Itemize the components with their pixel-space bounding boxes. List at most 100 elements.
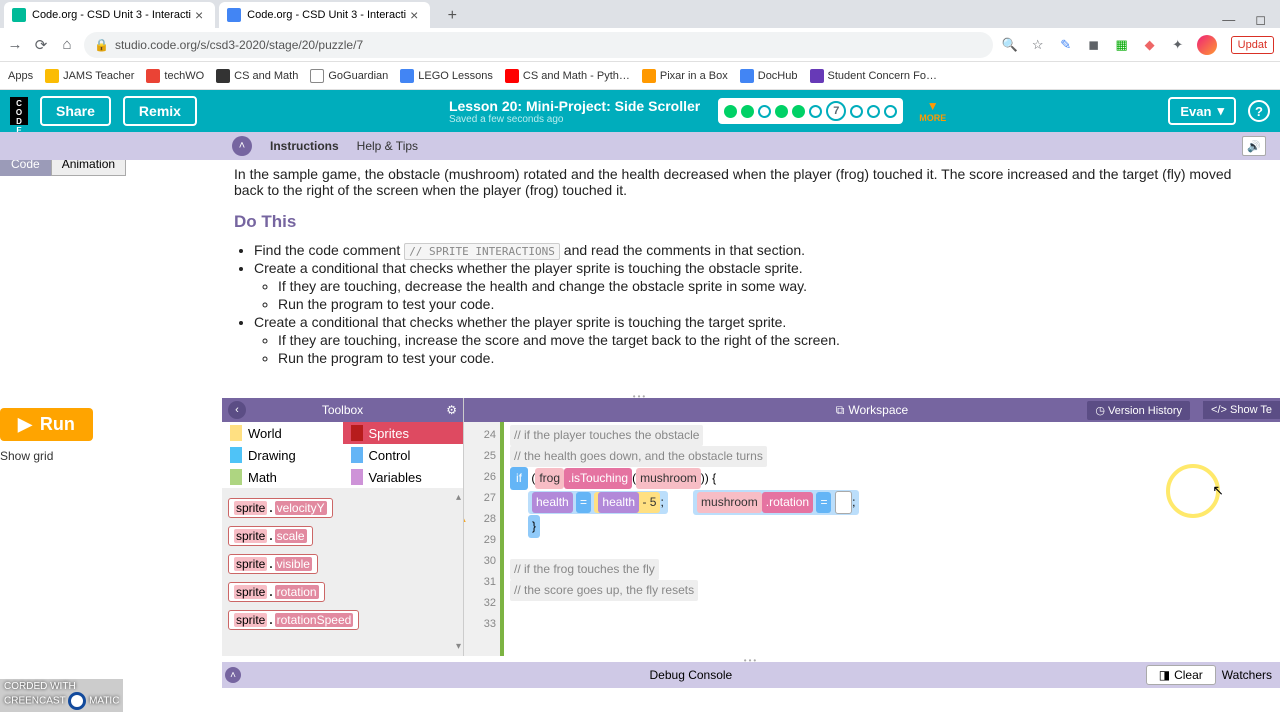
home-icon[interactable]: ⌂ <box>58 36 76 53</box>
bookmark[interactable]: techWO <box>146 69 204 83</box>
chevron-down-icon: ▾ <box>1217 103 1224 119</box>
workspace-panel: ⧉Workspace ◷ Version History </> Show Te… <box>464 398 1280 656</box>
instructions-tab[interactable]: Instructions <box>270 135 339 157</box>
link-icon: ⧉ <box>836 403 845 418</box>
remix-button[interactable]: Remix <box>123 96 197 126</box>
star-icon[interactable]: ☆ <box>1029 36 1047 54</box>
back-icon[interactable]: ‹ <box>228 401 246 419</box>
cat-world[interactable]: World <box>222 422 343 444</box>
bullet: Create a conditional that checks whether… <box>254 260 1256 276</box>
reload-icon[interactable]: ⟳ <box>32 36 50 54</box>
url-text: studio.code.org/s/csd3-2020/stage/20/puz… <box>115 38 363 52</box>
codeorg-logo[interactable]: CODE <box>10 97 28 125</box>
help-icon[interactable]: ? <box>1248 100 1270 122</box>
bullet: Create a conditional that checks whether… <box>254 314 1256 330</box>
tab-title: Code.org - CSD Unit 3 - Interacti <box>32 9 191 21</box>
block[interactable]: sprite.rotationSpeed <box>228 610 359 630</box>
block[interactable]: spritesprite.velocityY.velocityY <box>228 498 333 518</box>
watchers-tab[interactable]: Watchers <box>1222 668 1272 682</box>
debug-title: Debug Console <box>244 662 1138 688</box>
cat-control[interactable]: Control <box>343 444 464 466</box>
bookmark[interactable]: JAMS Teacher <box>45 69 134 83</box>
instructions-panel: In the sample game, the obstacle (mushro… <box>0 160 1280 392</box>
gear-icon[interactable]: ⚙ <box>446 403 457 417</box>
sub-bullet: Run the program to test your code. <box>278 350 1256 366</box>
sub-bullet: If they are touching, increase the score… <box>278 332 1256 348</box>
collapse-icon[interactable]: ˄ <box>232 136 252 156</box>
debug-console: ˄ Debug Console ◨Clear Watchers <box>222 662 1280 688</box>
cursor-icon: ↖ <box>1212 480 1224 501</box>
sub-bullet: Run the program to test your code. <box>278 296 1256 312</box>
lock-icon: 🔒 <box>94 38 109 52</box>
show-grid-toggle[interactable]: Show grid <box>0 449 210 463</box>
bookmark[interactable]: DocHub <box>740 69 798 83</box>
cat-math[interactable]: Math <box>222 466 343 488</box>
maximize-icon[interactable]: ◻ <box>1255 12 1266 28</box>
scroll-down-icon[interactable]: ▾ <box>456 641 461 652</box>
favicon-icon <box>12 8 26 22</box>
cat-sprites[interactable]: Sprites <box>343 422 464 444</box>
cat-variables[interactable]: Variables <box>343 466 464 488</box>
line-gutter: 242526 27▲2829 30313233 <box>464 422 500 656</box>
ext4-icon[interactable]: ◆ <box>1141 36 1159 54</box>
minimize-icon[interactable]: — <box>1222 12 1235 28</box>
bullet: Find the code comment // SPRITE INTERACT… <box>254 242 1256 258</box>
progress-bubbles[interactable]: 7 <box>718 98 903 124</box>
bookmark-apps[interactable]: Apps <box>8 70 33 82</box>
url-input[interactable]: 🔒 studio.code.org/s/csd3-2020/stage/20/p… <box>84 32 993 58</box>
new-tab-button[interactable]: + <box>440 4 464 28</box>
instructions-tabs: ˄ Instructions Help & Tips 🔊 <box>0 132 1280 160</box>
workspace-header: ⧉Workspace <box>836 403 908 418</box>
toolbox-panel: ‹ Toolbox ⚙ World Sprites Drawing Contro… <box>222 398 464 656</box>
block[interactable]: sprite.rotation <box>228 582 325 602</box>
cat-drawing[interactable]: Drawing <box>222 444 343 466</box>
clear-button[interactable]: ◨Clear <box>1146 665 1216 685</box>
bookmark[interactable]: CS and Math <box>216 69 298 83</box>
expand-icon[interactable]: ˄ <box>225 667 241 683</box>
sub-bullet: If they are touching, decrease the healt… <box>278 278 1256 294</box>
update-button[interactable]: Updat <box>1231 36 1274 54</box>
more-button[interactable]: ▼MORE <box>919 99 946 123</box>
avatar[interactable] <box>1197 35 1217 55</box>
block[interactable]: sprite.scale <box>228 526 313 546</box>
help-tips-tab[interactable]: Help & Tips <box>357 135 418 157</box>
block[interactable]: sprite.visible <box>228 554 318 574</box>
extensions-icon[interactable]: ✦ <box>1169 36 1187 54</box>
close-icon[interactable]: × <box>406 7 422 23</box>
lesson-title: Lesson 20: Mini-Project: Side Scroller <box>449 98 700 114</box>
speaker-icon[interactable]: 🔊 <box>1242 136 1266 156</box>
ext2-icon[interactable]: ◼ <box>1085 36 1103 54</box>
browser-tab-2[interactable]: Code.org - CSD Unit 3 - Interacti × <box>219 2 430 28</box>
browser-tab-bar: Code.org - CSD Unit 3 - Interacti × Code… <box>0 0 1280 28</box>
address-bar: → ⟳ ⌂ 🔒 studio.code.org/s/csd3-2020/stag… <box>0 28 1280 62</box>
run-button[interactable]: ▶Run <box>0 408 93 441</box>
show-text-button[interactable]: </> Show Te <box>1203 401 1280 419</box>
current-puzzle[interactable]: 7 <box>826 101 846 121</box>
bookmarks-bar: Apps JAMS Teacher techWO CS and Math GoG… <box>0 62 1280 90</box>
toolbox-header: ‹ Toolbox ⚙ <box>222 398 463 422</box>
search-icon[interactable]: 🔍 <box>1001 36 1019 54</box>
bookmark[interactable]: LEGO Lessons <box>400 69 493 83</box>
watermark: CORDED WITH CREENCAST MATIC <box>0 679 123 712</box>
version-history-button[interactable]: ◷ Version History <box>1087 401 1190 420</box>
bookmark[interactable]: CS and Math - Pyth… <box>505 69 630 83</box>
do-this-heading: Do This <box>234 212 1256 232</box>
scroll-up-icon[interactable]: ▴ <box>456 492 461 503</box>
user-menu[interactable]: Evan▾ <box>1168 97 1236 125</box>
ext1-icon[interactable]: ✎ <box>1057 36 1075 54</box>
favicon-icon <box>227 8 241 22</box>
toolbox-blocks[interactable]: ▴ spritesprite.velocityY.velocityY sprit… <box>222 488 463 656</box>
close-icon[interactable]: × <box>191 7 207 23</box>
bookmark[interactable]: Pixar in a Box <box>642 69 728 83</box>
bookmark[interactable]: Student Concern Fo… <box>810 69 937 83</box>
bookmark[interactable]: GoGuardian <box>310 69 388 83</box>
code-editor[interactable]: // if the player touches the obstacle //… <box>500 422 1280 656</box>
tab-title: Code.org - CSD Unit 3 - Interacti <box>247 9 406 21</box>
eraser-icon: ◨ <box>1159 668 1170 682</box>
play-icon: ▶ <box>18 414 32 435</box>
app-header: CODE Share Remix Lesson 20: Mini-Project… <box>0 90 1280 132</box>
ext3-icon[interactable]: ▦ <box>1113 36 1131 54</box>
browser-tab-1[interactable]: Code.org - CSD Unit 3 - Interacti × <box>4 2 215 28</box>
forward-icon[interactable]: → <box>6 36 24 53</box>
share-button[interactable]: Share <box>40 96 111 126</box>
